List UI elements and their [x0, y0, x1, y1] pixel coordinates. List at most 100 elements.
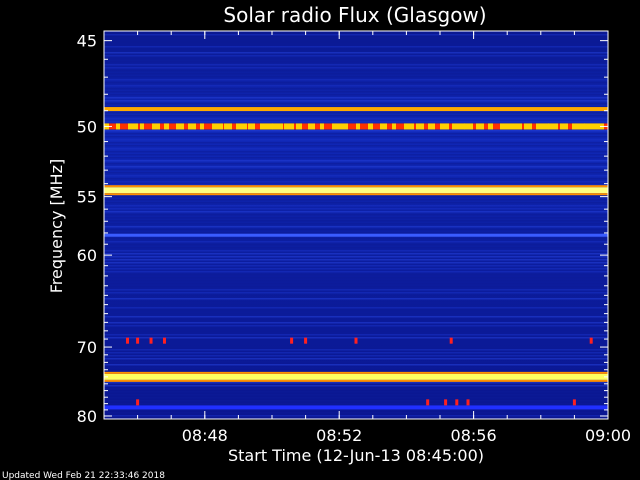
texture-stripe	[104, 91, 608, 93]
texture-stripe	[104, 133, 608, 135]
burst-segment	[404, 123, 414, 130]
burst-point	[126, 337, 130, 344]
burst-point	[455, 399, 459, 406]
texture-stripe	[104, 76, 608, 78]
band-78.6	[104, 405, 608, 410]
texture-stripe	[104, 103, 608, 105]
x-tick-label: 09:00	[585, 426, 631, 445]
texture-stripe	[104, 211, 608, 213]
burst-segment	[500, 123, 512, 130]
burst-segment	[428, 123, 435, 130]
texture-stripe	[104, 154, 608, 156]
texture-stripe	[104, 34, 608, 36]
texture-stripe	[104, 94, 608, 96]
y-tick-label: 45	[77, 32, 97, 51]
texture-stripe	[104, 229, 608, 231]
texture-stripe	[104, 400, 608, 402]
texture-stripe	[104, 349, 608, 351]
texture-stripe	[104, 199, 608, 201]
burst-point	[136, 337, 140, 344]
texture-stripe	[104, 361, 608, 363]
texture-stripe	[104, 58, 608, 60]
texture-stripe	[104, 259, 608, 261]
burst-point	[589, 337, 593, 344]
burst-segment	[572, 123, 585, 130]
texture-stripe	[104, 85, 608, 87]
texture-stripe	[104, 328, 608, 330]
x-axis-label: Start Time (12-Jun-13 08:45:00)	[228, 446, 484, 465]
texture-stripe	[104, 52, 608, 54]
texture-stripe	[104, 283, 608, 285]
texture-stripe	[104, 217, 608, 219]
burst-segment	[452, 123, 465, 130]
texture-stripe	[104, 220, 608, 222]
texture-stripe	[104, 397, 608, 399]
texture-stripe	[104, 394, 608, 396]
texture-stripe	[104, 136, 608, 138]
texture-stripe	[104, 88, 608, 90]
y-tick-label: 50	[77, 117, 97, 136]
texture-stripe	[104, 268, 608, 270]
texture-stripe	[104, 202, 608, 204]
band-74	[104, 373, 608, 380]
texture-stripe	[104, 40, 608, 42]
texture-stripe	[104, 292, 608, 294]
texture-stripe	[104, 355, 608, 357]
burst-segment	[152, 123, 160, 130]
burst-segment	[200, 123, 204, 130]
texture-stripe	[104, 331, 608, 333]
burst-segment	[248, 123, 255, 130]
texture-stripe	[104, 118, 608, 120]
texture-stripe	[104, 145, 608, 147]
x-tick-label: 08:52	[316, 426, 362, 445]
texture-stripe	[104, 232, 608, 234]
texture-stripe	[104, 178, 608, 180]
burst-segment	[224, 123, 232, 130]
texture-stripe	[104, 79, 608, 81]
burst-point	[466, 399, 470, 406]
burst-segment	[380, 123, 387, 130]
texture-stripe	[104, 280, 608, 282]
texture-stripe	[104, 265, 608, 267]
texture-stripe	[104, 166, 608, 168]
band-58.2	[104, 233, 608, 237]
texture-stripe	[104, 244, 608, 246]
texture-stripe	[104, 346, 608, 348]
texture-stripe	[104, 352, 608, 354]
burst-point	[426, 399, 430, 406]
burst-point	[444, 399, 448, 406]
texture-stripe	[104, 100, 608, 102]
band-edge-bottom	[104, 379, 608, 382]
texture-stripe	[104, 61, 608, 63]
texture-stripe	[104, 382, 608, 384]
texture-stripe	[104, 115, 608, 117]
burst-segment	[368, 123, 373, 130]
burst-segment	[176, 123, 184, 130]
burst-segment	[560, 123, 568, 130]
spectrogram-chart: Solar radio Flux (Glasgow) 455055607080 …	[2, 3, 631, 480]
burst-segment	[308, 123, 315, 130]
burst-segment	[584, 123, 596, 130]
texture-stripe	[104, 310, 608, 312]
texture-stripe	[104, 55, 608, 57]
texture-stripe	[104, 64, 608, 66]
texture-stripe	[104, 370, 608, 372]
y-tick-label: 60	[77, 246, 97, 265]
burst-segment	[320, 123, 324, 130]
burst-point	[449, 337, 453, 344]
texture-stripe	[104, 181, 608, 183]
texture-stripe	[104, 208, 608, 210]
texture-stripe	[104, 301, 608, 303]
texture-stripe	[104, 205, 608, 207]
chart-title: Solar radio Flux (Glasgow)	[223, 3, 486, 27]
texture-stripe	[104, 172, 608, 174]
texture-stripe	[104, 274, 608, 276]
texture-stripe	[104, 214, 608, 216]
texture-stripe	[104, 247, 608, 249]
band-48.9	[104, 107, 608, 112]
texture-stripe	[104, 304, 608, 306]
texture-stripe	[104, 334, 608, 336]
texture-stripe	[104, 73, 608, 75]
texture-stripe	[104, 253, 608, 255]
texture-stripe	[104, 262, 608, 264]
